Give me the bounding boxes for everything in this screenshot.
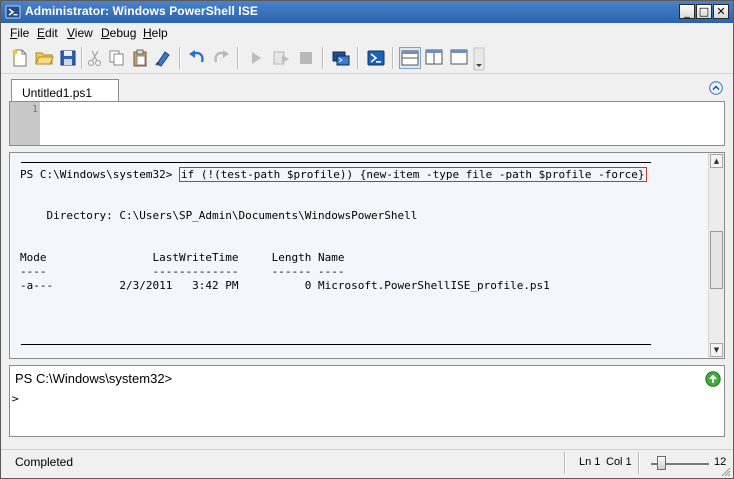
layout-right-icon xyxy=(425,49,443,65)
line-indicator: Ln 1 xyxy=(579,456,601,468)
minimize-icon: _ xyxy=(684,5,690,18)
menu-debug[interactable]: Debug xyxy=(101,26,136,40)
close-icon: ✕ xyxy=(716,5,726,18)
scroll-thumb[interactable] xyxy=(710,231,723,289)
menu-file[interactable]: File xyxy=(10,26,29,40)
output-command-line: PS C:\Windows\system32> if (!(test-path … xyxy=(20,167,647,182)
output-prompt: PS C:\Windows\system32> xyxy=(20,168,173,181)
scroll-up-arrow-icon[interactable]: ▲ xyxy=(710,154,723,168)
powershell-ise-window: Administrator: Windows PowerShell ISE _ … xyxy=(0,0,734,479)
redo-icon[interactable] xyxy=(211,48,231,68)
maximize-button[interactable]: □ xyxy=(696,4,712,19)
undo-icon[interactable] xyxy=(187,48,207,68)
layout-right-toggle[interactable] xyxy=(424,47,446,69)
clear-console-icon[interactable] xyxy=(153,48,173,68)
paste-icon[interactable] xyxy=(130,48,150,68)
command-prompt: PS C:\Windows\system32> xyxy=(15,371,173,386)
new-file-icon[interactable] xyxy=(10,48,30,68)
menu-help[interactable]: Help xyxy=(143,26,168,40)
command-pane[interactable]: PS C:\Windows\system32> > xyxy=(9,365,725,437)
output-table-row: -a--- 2/3/2011 3:42 PM 0 Microsoft.Power… xyxy=(20,279,550,292)
menu-view[interactable]: View xyxy=(67,26,93,40)
run-script-icon[interactable] xyxy=(246,48,266,68)
run-selection-icon[interactable] xyxy=(271,48,291,68)
output-table-header: Mode LastWriteTime Length Name xyxy=(20,251,345,264)
line-number: 1 xyxy=(31,104,38,115)
line-number-gutter: 1 xyxy=(10,102,40,145)
script-editor[interactable]: 1 xyxy=(9,101,725,146)
output-directory-line: Directory: C:\Users\SP_Admin\Documents\W… xyxy=(20,209,418,222)
minimize-button[interactable]: _ xyxy=(679,4,695,19)
status-text: Completed xyxy=(15,455,74,469)
layout-top-icon xyxy=(401,50,419,66)
output-pane[interactable]: PS C:\Windows\system32> if (!(test-path … xyxy=(9,152,725,359)
toolbar-separator xyxy=(81,47,83,69)
tab-label: Untitled1.ps1 xyxy=(22,86,93,100)
powershell-app-icon xyxy=(5,5,21,19)
status-divider xyxy=(564,452,566,474)
scroll-down-arrow-icon[interactable]: ▼ xyxy=(710,343,723,357)
layout-max-icon xyxy=(450,49,468,65)
toolbar-overflow-icon[interactable] xyxy=(473,47,485,71)
close-button[interactable]: ✕ xyxy=(713,4,729,19)
window-title: Administrator: Windows PowerShell ISE xyxy=(25,4,258,18)
remote-powershell-icon[interactable] xyxy=(331,48,351,68)
status-bar: Completed Ln 1 Col 1 12 xyxy=(1,449,733,478)
title-bar[interactable]: Administrator: Windows PowerShell ISE _ … xyxy=(1,1,733,23)
copy-icon[interactable] xyxy=(107,48,127,68)
status-divider xyxy=(638,452,640,474)
layout-max-toggle[interactable] xyxy=(449,47,471,69)
cut-icon[interactable] xyxy=(85,48,105,68)
toolbar-separator xyxy=(392,47,394,69)
column-indicator: Col 1 xyxy=(606,456,632,468)
output-table-dashes: ---- ------------- ------ ---- xyxy=(20,265,345,278)
powershell-icon[interactable] xyxy=(366,48,386,68)
save-icon[interactable] xyxy=(58,48,78,68)
menu-edit[interactable]: Edit xyxy=(37,26,58,40)
maximize-icon: □ xyxy=(698,5,710,18)
toolbar-separator xyxy=(179,47,181,69)
executed-command: if (!(test-path $profile)) {new-item -ty… xyxy=(178,167,647,182)
input-caret: > xyxy=(11,394,20,405)
toolbar-separator xyxy=(322,47,324,69)
resize-grip-icon[interactable] xyxy=(721,467,731,477)
toolbar-separator xyxy=(357,47,359,69)
collapse-script-pane-icon[interactable] xyxy=(709,81,723,95)
toolbar xyxy=(1,43,733,74)
script-tab-strip: Untitled1.ps1 xyxy=(1,75,733,102)
output-separator-bottom xyxy=(21,344,651,345)
tab-untitled1[interactable]: Untitled1.ps1 xyxy=(11,79,119,102)
layout-top-toggle[interactable] xyxy=(399,47,421,69)
zoom-slider-thumb[interactable] xyxy=(656,456,666,470)
output-separator-top xyxy=(21,162,651,163)
menu-bar: File Edit View Debug Help xyxy=(1,23,733,43)
stop-icon[interactable] xyxy=(296,48,316,68)
expand-command-pane-icon[interactable] xyxy=(705,371,721,387)
output-vertical-scrollbar[interactable]: ▲ ▼ xyxy=(708,153,724,358)
toolbar-separator xyxy=(237,47,239,69)
open-folder-icon[interactable] xyxy=(34,48,54,68)
